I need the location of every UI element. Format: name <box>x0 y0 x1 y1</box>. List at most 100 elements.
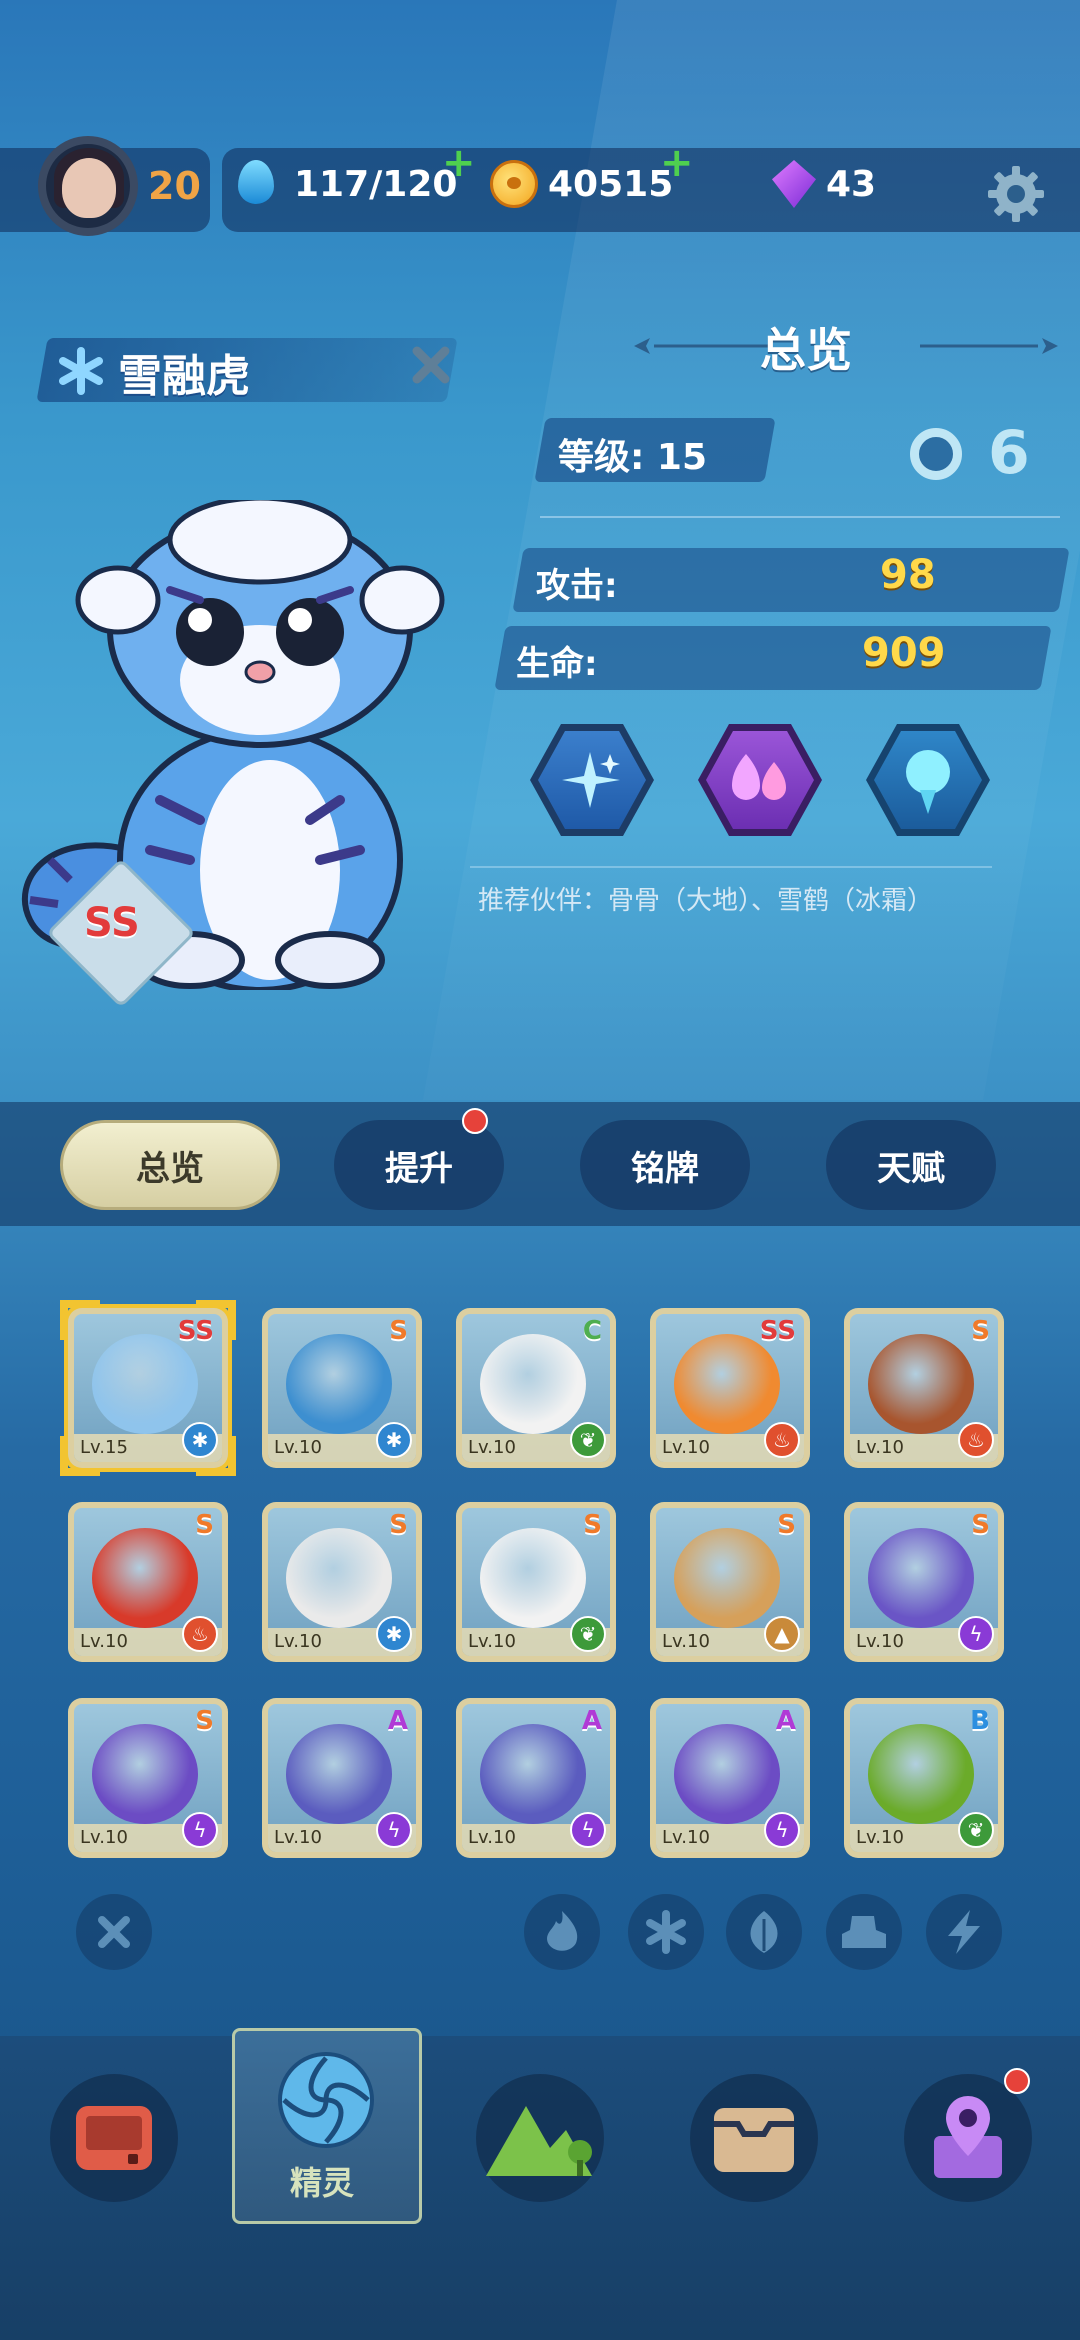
pet-card[interactable]: SS Lv.10 ♨ <box>650 1308 810 1468</box>
notification-dot <box>1004 2068 1030 2094</box>
pet-card[interactable]: SS Lv.15 ✱ <box>60 1300 236 1476</box>
pet-rank: SS <box>84 900 140 946</box>
earth-icon: ▲ <box>764 1616 800 1652</box>
star-count: 6 <box>988 418 1030 488</box>
pet-card[interactable]: S Lv.10 ϟ <box>844 1502 1004 1662</box>
bolt-icon: ϟ <box>958 1616 994 1652</box>
pet-card[interactable]: S Lv.10 ✱ <box>262 1502 422 1662</box>
snowflake-icon <box>646 1910 686 1954</box>
pet-portrait <box>480 1334 586 1434</box>
filter-ice-button[interactable] <box>628 1894 704 1970</box>
pet-card-frame: S Lv.10 ♨ <box>850 1314 998 1462</box>
mountain-icon <box>486 2106 592 2176</box>
pet-portrait <box>674 1724 780 1824</box>
pet-rank: S <box>971 1316 990 1346</box>
nav-battle[interactable] <box>50 2074 178 2202</box>
pet-card-frame: S Lv.10 ✱ <box>268 1314 416 1462</box>
add-gold-button[interactable]: + <box>660 140 694 186</box>
pet-card[interactable]: S Lv.10 ▲ <box>650 1502 810 1662</box>
filter-fire-button[interactable] <box>524 1894 600 1970</box>
nav-explore[interactable] <box>476 2074 604 2202</box>
nav-spirit-label: 精灵 <box>290 2164 355 2202</box>
pet-portrait <box>868 1334 974 1434</box>
pet-portrait <box>480 1724 586 1824</box>
leaf-icon: ❦ <box>570 1616 606 1652</box>
notification-dot <box>462 1108 488 1134</box>
bolt-icon: ϟ <box>764 1812 800 1848</box>
pet-card-frame: S Lv.10 ϟ <box>74 1704 222 1852</box>
pet-rank: SS <box>759 1316 796 1346</box>
fire-icon: ♨ <box>958 1422 994 1458</box>
skill-slot-3[interactable] <box>866 724 990 836</box>
pet-card[interactable]: S Lv.10 ✱ <box>262 1308 422 1468</box>
water-drop-icon <box>238 160 274 204</box>
close-icon[interactable] <box>408 342 454 388</box>
pet-card[interactable]: A Lv.10 ϟ <box>456 1698 616 1858</box>
skill-slot-2[interactable] <box>698 724 822 836</box>
chest-icon <box>714 2108 794 2172</box>
bolt-icon: ϟ <box>376 1812 412 1848</box>
pet-card[interactable]: S Lv.10 ♨ <box>844 1308 1004 1468</box>
hp-label: 生命: <box>516 644 598 684</box>
nav-backpack[interactable] <box>690 2074 818 2202</box>
map-pin-icon <box>934 2096 1002 2178</box>
add-stamina-button[interactable]: + <box>442 140 476 186</box>
tab-nameplate[interactable]: 铭牌 <box>580 1120 750 1210</box>
leaf-icon: ❦ <box>958 1812 994 1848</box>
pet-card[interactable]: C Lv.10 ❦ <box>456 1308 616 1468</box>
pet-name: 雪融虎 <box>118 351 250 402</box>
pet-rank: S <box>777 1510 796 1540</box>
pet-card[interactable]: S Lv.10 ❦ <box>456 1502 616 1662</box>
pet-rank: S <box>583 1510 602 1540</box>
pet-rank: B <box>970 1706 990 1736</box>
pet-card[interactable]: S Lv.10 ♨ <box>68 1502 228 1662</box>
pet-portrait <box>868 1724 974 1824</box>
divider <box>540 516 1060 518</box>
pet-card-frame: SS Lv.10 ♨ <box>656 1314 804 1462</box>
pet-rank: A <box>775 1706 796 1736</box>
gold-value: 40515 <box>548 164 674 205</box>
pet-portrait <box>92 1724 198 1824</box>
pet-portrait <box>286 1724 392 1824</box>
overview-title: 总览 <box>760 323 852 377</box>
pet-card[interactable]: A Lv.10 ϟ <box>262 1698 422 1858</box>
spirit-icon <box>278 2052 374 2148</box>
bolt-icon: ϟ <box>570 1812 606 1848</box>
avatar-face <box>62 158 116 218</box>
game-screen: { "topbar": { "player_level": "20", "sta… <box>0 0 1080 2340</box>
player-level: 20 <box>148 164 201 208</box>
pet-level: 等级: 15 <box>558 437 708 478</box>
pet-portrait <box>92 1528 198 1628</box>
fire-icon: ♨ <box>764 1422 800 1458</box>
bolt-icon: ϟ <box>182 1812 218 1848</box>
filter-bolt-button[interactable] <box>926 1894 1002 1970</box>
fire-icon: ♨ <box>182 1616 218 1652</box>
earth-icon <box>842 1916 886 1948</box>
pet-portrait <box>480 1528 586 1628</box>
pet-portrait <box>868 1528 974 1628</box>
fire-icon <box>547 1911 578 1951</box>
skill-slot-1[interactable] <box>530 724 654 836</box>
pet-rank: S <box>389 1510 408 1540</box>
pet-card[interactable]: S Lv.10 ϟ <box>68 1698 228 1858</box>
pet-card-frame: S Lv.10 ▲ <box>656 1508 804 1656</box>
recommended-partners: 推荐伙伴：骨骨（大地）、雪鹤（冰霜） <box>478 886 934 916</box>
filter-leaf-button[interactable] <box>726 1894 802 1970</box>
pet-card-frame: B Lv.10 ❦ <box>850 1704 998 1852</box>
tab-talent[interactable]: 天赋 <box>826 1120 996 1210</box>
pet-portrait <box>286 1334 392 1434</box>
tab-overview[interactable]: 总览 <box>60 1120 280 1210</box>
pet-card[interactable]: B Lv.10 ❦ <box>844 1698 1004 1858</box>
filter-earth-button[interactable] <box>826 1894 902 1970</box>
gear-icon[interactable] <box>986 164 1046 224</box>
pet-card-frame: A Lv.10 ϟ <box>462 1704 610 1852</box>
clear-filter-button[interactable] <box>76 1894 152 1970</box>
attack-value: 98 <box>880 552 936 598</box>
pet-card[interactable]: A Lv.10 ϟ <box>650 1698 810 1858</box>
hp-value: 909 <box>862 630 946 676</box>
title-ornament-right <box>920 338 1058 354</box>
ice-icon: ✱ <box>376 1422 412 1458</box>
coin-icon <box>490 160 538 208</box>
player-avatar[interactable] <box>38 136 138 236</box>
leaf-icon: ❦ <box>570 1422 606 1458</box>
